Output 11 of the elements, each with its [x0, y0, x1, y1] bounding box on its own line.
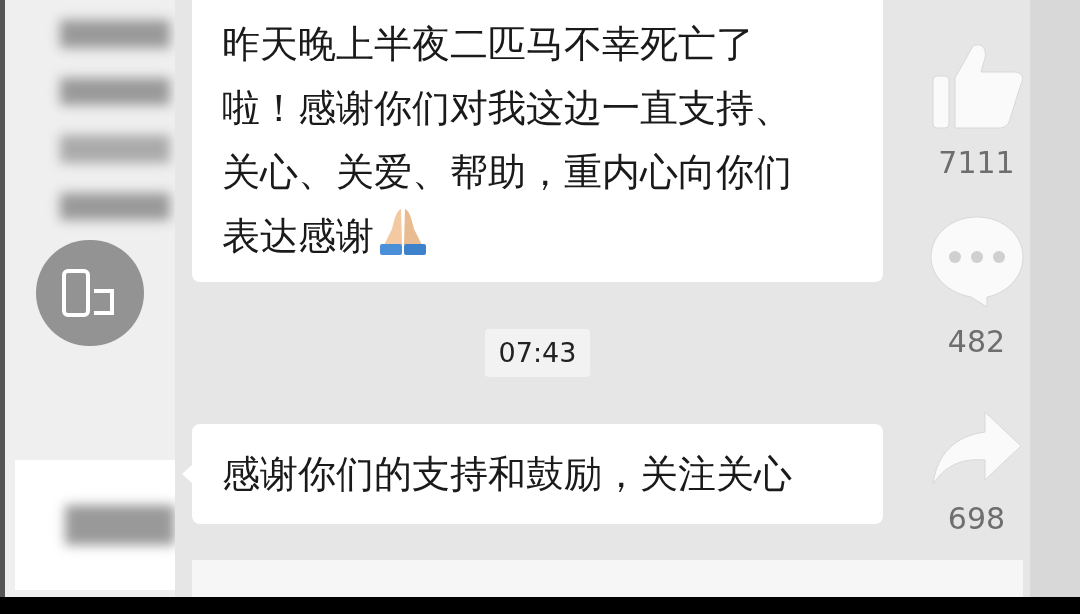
action-count: 482 — [947, 323, 1006, 361]
action-count: 7111 — [938, 144, 1015, 182]
message-text: 表达感谢 — [222, 214, 374, 258]
comment-icon[interactable] — [928, 213, 1025, 309]
message-text: 啦！感谢你们对我这边一直支持、 — [222, 86, 792, 130]
message-text: 感谢你们的支持和鼓励，关注关心 — [222, 452, 792, 496]
share-icon[interactable] — [930, 410, 1023, 486]
message-text: 昨天晚上半夜二匹马不幸死亡了 — [222, 22, 754, 66]
action-count: 698 — [947, 500, 1006, 538]
message-text: 关心、关爱、帮助，重内心向你们 — [222, 150, 792, 194]
timestamp: 07:43 — [484, 329, 591, 377]
